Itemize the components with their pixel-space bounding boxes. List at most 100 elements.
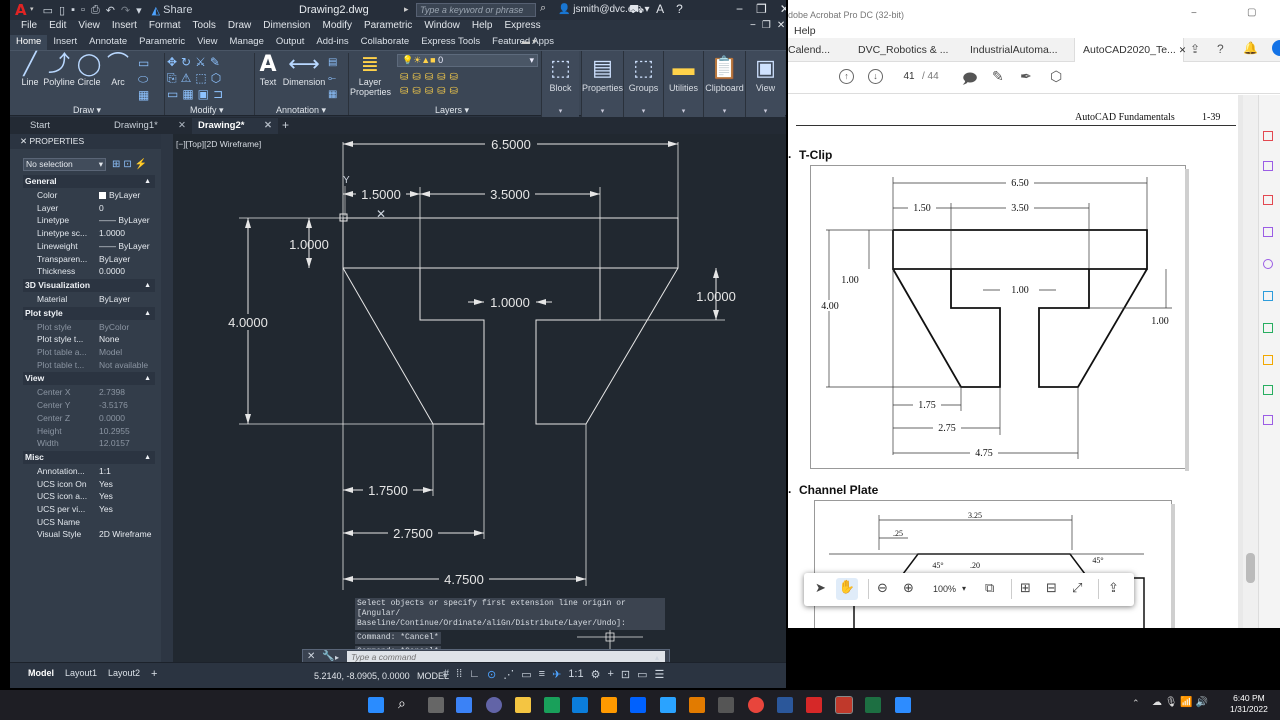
page-up-icon[interactable]: ↑	[839, 69, 854, 84]
profile-avatar[interactable]	[1272, 40, 1280, 56]
menu-item-edit[interactable]: Edit	[43, 20, 72, 34]
zoom-icon[interactable]	[895, 697, 911, 713]
close-tab-icon[interactable]: ✕	[178, 118, 186, 133]
doc-close-icon[interactable]: ✕	[777, 20, 785, 31]
fit-page-icon[interactable]: ⊞	[1020, 581, 1031, 596]
draw-small-tools[interactable]: ▭ ⬭ ▦	[138, 55, 164, 103]
menu-item-insert[interactable]: Insert	[106, 20, 143, 34]
page-number-input[interactable]: 41	[898, 71, 920, 82]
select-tool-icon[interactable]: ➤	[815, 581, 826, 596]
dimension-tool[interactable]: ⟷ Dimension	[282, 53, 326, 88]
property-row[interactable]: Plot style ByColor	[23, 321, 155, 334]
autocad-taskbar-icon[interactable]	[835, 696, 853, 714]
property-row[interactable]: UCS per vi... Yes	[23, 503, 155, 516]
close-tab-icon[interactable]: ✕	[264, 118, 272, 133]
viewport-controls[interactable]: [−][Top][2D Wireframe]	[176, 139, 261, 149]
property-row[interactable]: Center Z 0.0000	[23, 412, 155, 425]
utilities-tool[interactable]: ▬ Utilities ▾	[663, 51, 703, 117]
acrobat-maximize-icon[interactable]: ▢	[1247, 7, 1256, 18]
property-row[interactable]: Center X 2.7398	[23, 386, 155, 399]
qat-dropdown-icon[interactable]: ▾	[136, 4, 142, 17]
property-row[interactable]: UCS icon On Yes	[23, 478, 155, 491]
app-icon[interactable]	[689, 697, 705, 713]
tab-manage[interactable]: Manage	[224, 35, 270, 50]
help-icon[interactable]: ?	[676, 2, 683, 18]
add-layout-icon[interactable]: +	[147, 667, 161, 681]
circle-tool[interactable]: ◯ Circle	[76, 53, 102, 88]
object-snap-icon[interactable]: ▭	[521, 668, 531, 681]
combine-icon[interactable]	[1263, 291, 1273, 301]
layer-properties-tool[interactable]: ≣ Layer Properties	[350, 53, 391, 98]
menu-item-help[interactable]: Help	[466, 20, 499, 34]
zoom-in-icon[interactable]: ⊕	[903, 581, 914, 596]
app-menu-chevron-icon[interactable]: ▾	[30, 5, 34, 13]
collapse-icon[interactable]: ▲	[144, 307, 151, 320]
menu-item-express[interactable]: Express	[498, 20, 546, 34]
property-row[interactable]: Lineweight —— ByLayer	[23, 240, 155, 253]
lineweight-icon[interactable]: ≡	[539, 668, 545, 681]
upload-icon[interactable]: ⇪	[1108, 581, 1119, 596]
comment-icon[interactable]: 🗩	[962, 68, 978, 92]
chrome-icon[interactable]	[748, 697, 764, 713]
tab-model[interactable]: Model	[24, 667, 58, 679]
isodraft-icon[interactable]: ⋰	[503, 668, 514, 681]
tab-view[interactable]: View	[191, 35, 223, 50]
property-row[interactable]: Layer 0	[23, 202, 155, 215]
scroll-thumb[interactable]	[1246, 553, 1255, 583]
view-tool[interactable]: ▣ View ▾	[745, 51, 785, 117]
property-row[interactable]: Width 12.0157	[23, 437, 155, 450]
annotation-small-tools[interactable]: ▤ ⟜ ▦	[328, 55, 344, 103]
plus-icon[interactable]: +	[607, 668, 613, 681]
fill-sign-icon[interactable]	[1263, 385, 1273, 395]
new-tab-button[interactable]: +	[276, 118, 292, 134]
excel-icon[interactable]	[865, 697, 881, 713]
taskbar-clock[interactable]: 6:40 PM 1/31/2022	[1230, 693, 1268, 715]
amazon-icon[interactable]	[601, 697, 617, 713]
groups-tool[interactable]: ⬚ Groups ▾	[623, 51, 663, 117]
menu-item-parametric[interactable]: Parametric	[358, 20, 418, 34]
save-as-icon[interactable]: ▫	[81, 4, 85, 17]
doc-tab-robotics[interactable]: DVC_Robotics & ...	[858, 44, 948, 56]
layers-panel-label[interactable]: Layers ▾	[435, 105, 469, 116]
hand-tool-icon[interactable]: ✋	[836, 578, 858, 600]
property-row[interactable]: Plot style t... None	[23, 333, 155, 346]
menu-item-file[interactable]: File	[10, 20, 43, 34]
tab-add-ins[interactable]: Add-ins	[310, 35, 354, 50]
fit-width-icon[interactable]: ⊟	[1046, 581, 1057, 596]
close-tab-icon[interactable]: ✕	[1179, 45, 1187, 55]
menu-item-format[interactable]: Format	[143, 20, 187, 34]
redo-icon[interactable]: ↷	[121, 4, 130, 17]
property-group-3d-visualization[interactable]: 3D Visualization ▲	[23, 278, 155, 292]
pdf-viewport[interactable]: AutoCAD Fundamentals 1-39 . T-Clip 6.50 …	[788, 95, 1258, 628]
file-tab-drawing1[interactable]: Drawing1* ✕	[108, 118, 192, 134]
menu-item-view[interactable]: View	[72, 20, 106, 34]
snap-icon[interactable]: ⁞⁞	[456, 668, 462, 681]
recent-commands-icon[interactable]: ▸	[335, 653, 339, 662]
tab-express-tools[interactable]: Express Tools	[415, 35, 486, 50]
property-row[interactable]: Material ByLayer	[23, 293, 155, 306]
app-icon[interactable]	[660, 697, 676, 713]
menu-item-dimension[interactable]: Dimension	[257, 20, 316, 34]
property-row[interactable]: Thickness 0.0000	[23, 265, 155, 278]
palette-side-strip[interactable]	[161, 134, 173, 662]
collapse-icon[interactable]: ▲	[144, 451, 151, 464]
plot-icon[interactable]: ⎙	[91, 4, 100, 17]
drawing-canvas[interactable]: 6.5000 1.5000 3.5000 1.0000 4.0000 1.000…	[173, 134, 786, 662]
property-group-misc[interactable]: Misc ▲	[23, 450, 155, 464]
property-row[interactable]: Annotation... 1:1	[23, 465, 155, 478]
widgets-icon[interactable]	[456, 697, 472, 713]
acrobat-minimize-icon[interactable]: −	[1191, 8, 1197, 19]
share-button[interactable]: ◭ Share	[152, 4, 193, 17]
taskbar-search-icon[interactable]: ⌕	[398, 695, 414, 711]
zoom-out-icon[interactable]: ⊖	[877, 581, 888, 596]
share-doc-icon[interactable]: ⇪	[1190, 42, 1200, 56]
cad-drawing[interactable]: 6.5000 1.5000 3.5000 1.0000 4.0000 1.000…	[173, 134, 786, 662]
tray-icons[interactable]: ☁ 🎙 📶 🔊	[1152, 697, 1208, 708]
menu-item-tools[interactable]: Tools	[187, 20, 222, 34]
stamp-icon[interactable]: ⬡	[1050, 68, 1062, 85]
tab-parametric[interactable]: Parametric	[133, 35, 191, 50]
task-view-icon[interactable]	[428, 697, 444, 713]
menu-item-draw[interactable]: Draw	[222, 20, 257, 34]
dropbox-icon[interactable]	[630, 697, 646, 713]
fullscreen-icon[interactable]: ▭	[637, 668, 647, 681]
